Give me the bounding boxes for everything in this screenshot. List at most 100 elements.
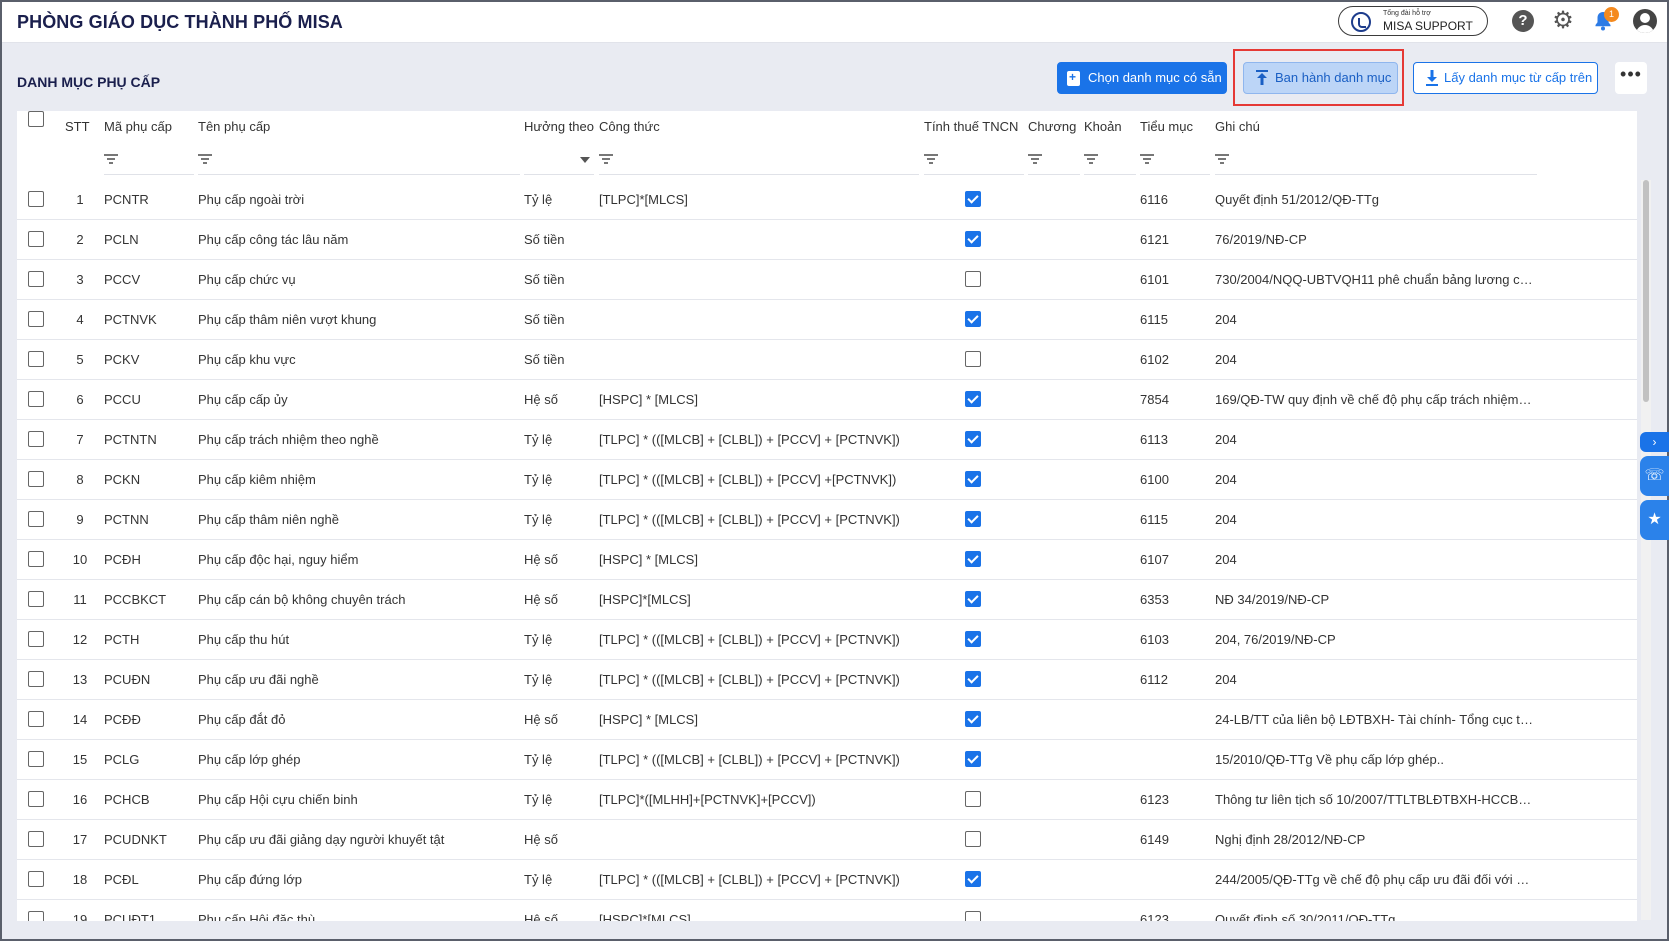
chat-support-icon[interactable]: ☏ [1640,456,1669,496]
row-select-checkbox[interactable] [28,191,44,207]
col-basis[interactable]: Hưởng theo [524,119,594,134]
row-select-checkbox[interactable] [28,351,44,367]
user-avatar-icon[interactable] [1633,9,1657,33]
more-options-button[interactable]: ••• [1615,62,1647,94]
table-row[interactable]: 8 PCKN Phụ cấp kiêm nhiệm Tỷ lệ [TLPC] * (([… [17,460,1637,500]
cell-code: PCTNTN [104,432,157,447]
filter-basis-dropdown[interactable] [524,143,594,175]
choose-catalog-button[interactable]: Chọn danh mục có sẵn [1057,62,1227,94]
tax-checkbox[interactable] [965,311,981,327]
col-stt[interactable]: STT [65,119,90,134]
filter-section[interactable] [1084,143,1136,175]
col-tax[interactable]: Tính thuế TNCN [924,119,1018,134]
cell-subitem: 6113 [1140,432,1168,447]
help-icon[interactable]: ? [1512,10,1534,32]
table-row[interactable]: 19 PCUĐT1 Phụ cấp Hội đặc thù Hệ số [HSPC]*[… [17,900,1637,921]
row-select-checkbox[interactable] [28,671,44,687]
table-row[interactable]: 14 PCĐĐ Phụ cấp đắt đỏ Hệ số [HSPC] * [MLCS]… [17,700,1637,740]
gear-icon[interactable]: ⚙ [1552,9,1574,33]
table-row[interactable]: 17 PCUDNKT Phụ cấp ưu đãi giảng dạy người … [17,820,1637,860]
row-select-checkbox[interactable] [28,511,44,527]
col-section[interactable]: Khoản [1084,119,1122,134]
filter-code[interactable] [104,143,194,175]
tax-checkbox[interactable] [965,271,981,287]
col-formula[interactable]: Công thức [599,119,660,134]
filter-subitem[interactable] [1140,143,1210,175]
tax-checkbox[interactable] [965,231,981,247]
tax-checkbox[interactable] [965,831,981,847]
cell-basis: Tỷ lệ [524,872,553,887]
table-row[interactable]: 4 PCTNVK Phụ cấp thâm niên vượt khung Số ti… [17,300,1637,340]
tax-checkbox[interactable] [965,511,981,527]
row-select-checkbox[interactable] [28,551,44,567]
cell-code: PCKN [104,472,141,487]
row-select-checkbox[interactable] [28,311,44,327]
col-chapter[interactable]: Chương [1028,119,1076,134]
col-note[interactable]: Ghi chú [1215,119,1260,134]
filter-formula[interactable] [599,143,919,175]
row-select-checkbox[interactable] [28,711,44,727]
table-row[interactable]: 16 PCHCB Phụ cấp Hội cựu chiến binh Tỷ lệ [T… [17,780,1637,820]
table-row[interactable]: 12 PCTH Phụ cấp thu hút Tỷ lệ [TLPC] * (([ML… [17,620,1637,660]
expand-panel-button[interactable]: › [1640,432,1669,452]
table-row[interactable]: 11 PCCBKCT Phụ cấp cán bộ không chuyên trá… [17,580,1637,620]
table-row[interactable]: 7 PCTNTN Phụ cấp trách nhiệm theo nghề Tỷ l… [17,420,1637,460]
cell-note: Nghị định 28/2012/NĐ-CP [1215,832,1366,847]
filter-name[interactable] [198,143,520,175]
row-select-checkbox[interactable] [28,631,44,647]
tax-checkbox[interactable] [965,671,981,687]
tax-checkbox[interactable] [965,791,981,807]
table-row[interactable]: 10 PCĐH Phụ cấp độc hại, nguy hiểm Hệ số [HS… [17,540,1637,580]
tax-checkbox[interactable] [965,711,981,727]
col-subitem[interactable]: Tiểu mục [1140,119,1193,134]
scrollbar-thumb[interactable] [1643,180,1649,402]
cell-basis: Hệ số [524,832,558,847]
row-select-checkbox[interactable] [28,431,44,447]
tax-checkbox[interactable] [965,871,981,887]
filter-row [17,143,1637,177]
row-select-checkbox[interactable] [28,591,44,607]
table-row[interactable]: 15 PCLG Phụ cấp lớp ghép Tỷ lệ [TLPC] * (([M… [17,740,1637,780]
table-row[interactable]: 6 PCCU Phụ cấp cấp ủy Hệ số [HSPC] * [MLCS] 7… [17,380,1637,420]
filter-tax[interactable] [924,143,1024,175]
table-row[interactable]: 2 PCLN Phụ cấp công tác lâu năm Số tiền 6121… [17,220,1637,260]
row-select-checkbox[interactable] [28,751,44,767]
row-select-checkbox[interactable] [28,911,44,921]
row-select-checkbox[interactable] [28,871,44,887]
table-row[interactable]: 1 PCNTR Phụ cấp ngoài trời Tỷ lệ [TLPC]*[MLC… [17,180,1637,220]
table-row[interactable]: 13 PCUĐN Phụ cấp ưu đãi nghề Tỷ lệ [TLPC] * … [17,660,1637,700]
col-code[interactable]: Mã phụ cấp [104,119,172,134]
row-select-checkbox[interactable] [28,831,44,847]
table-row[interactable]: 9 PCTNN Phụ cấp thâm niên nghề Tỷ lệ [TLPC] … [17,500,1637,540]
favorite-icon[interactable]: ★ [1640,500,1669,540]
table-row[interactable]: 3 PCCV Phụ cấp chức vụ Số tiền 6101 730/2004/… [17,260,1637,300]
fetch-from-parent-button[interactable]: Lấy danh mục từ cấp trên [1413,62,1598,94]
row-select-checkbox[interactable] [28,791,44,807]
tax-checkbox[interactable] [965,391,981,407]
cell-formula: [HSPC] * [MLCS] [599,392,698,407]
tax-checkbox[interactable] [965,631,981,647]
col-name[interactable]: Tên phụ cấp [198,119,270,134]
row-select-checkbox[interactable] [28,231,44,247]
cell-name: Phụ cấp thâm niên vượt khung [198,312,377,327]
select-all-checkbox[interactable] [28,111,44,127]
tax-checkbox[interactable] [965,471,981,487]
cell-name: Phụ cấp thâm niên nghề [198,512,339,527]
tax-checkbox[interactable] [965,751,981,767]
tax-checkbox[interactable] [965,911,981,921]
table-row[interactable]: 5 PCKV Phụ cấp khu vực Số tiền 6102 204 [17,340,1637,380]
filter-chapter[interactable] [1028,143,1080,175]
row-select-checkbox[interactable] [28,471,44,487]
tax-checkbox[interactable] [965,431,981,447]
tax-checkbox[interactable] [965,551,981,567]
tax-checkbox[interactable] [965,351,981,367]
filter-note[interactable] [1215,143,1537,175]
cell-code: PCĐĐ [104,712,141,727]
cell-note: 169/QĐ-TW quy định về chế độ phụ cấp trá… [1215,392,1533,407]
misa-support-button[interactable]: Tổng đài hỗ trợ MISA SUPPORT [1338,6,1488,36]
tax-checkbox[interactable] [965,591,981,607]
table-row[interactable]: 18 PCĐL Phụ cấp đứng lớp Tỷ lệ [TLPC] * (([M… [17,860,1637,900]
row-select-checkbox[interactable] [28,391,44,407]
row-select-checkbox[interactable] [28,271,44,287]
tax-checkbox[interactable] [965,191,981,207]
